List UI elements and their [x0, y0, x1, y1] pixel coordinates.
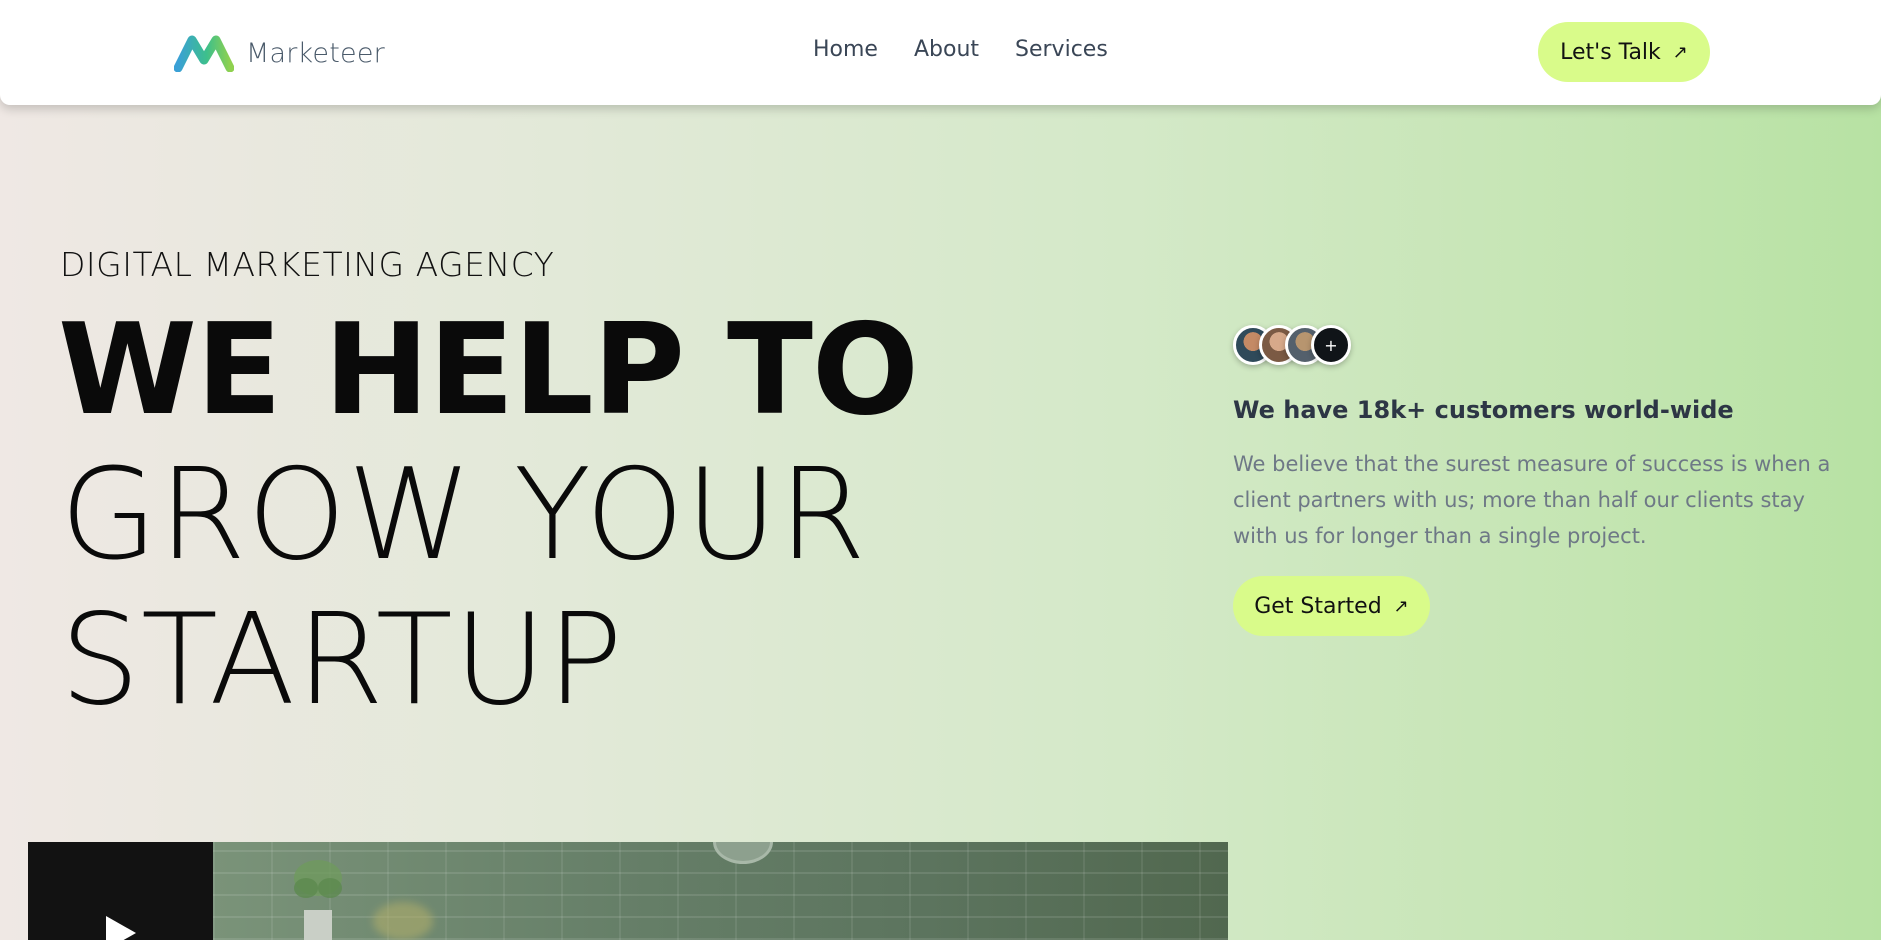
brand-logo[interactable]: Marketeer: [174, 34, 385, 72]
get-started-button[interactable]: Get Started ↗: [1233, 576, 1430, 636]
more-customers-icon[interactable]: +: [1311, 325, 1351, 365]
nav-link-about[interactable]: About: [914, 37, 979, 62]
hero-headline-line2: GROW YOUR: [60, 441, 868, 588]
arrow-up-right-icon: ↗: [1393, 595, 1409, 617]
plant-image: [294, 860, 342, 940]
hero-headline-line1: WE HELP TO: [58, 296, 919, 443]
main-nav: Home About Services: [813, 37, 1108, 62]
arrow-up-right-icon: ↗: [1672, 41, 1688, 63]
get-started-label: Get Started: [1254, 593, 1382, 619]
nav-link-home[interactable]: Home: [813, 37, 878, 62]
lets-talk-label: Let's Talk: [1560, 39, 1661, 65]
video-preview[interactable]: [28, 842, 1228, 940]
hero-eyebrow: DIGITAL MARKETING AGENCY: [60, 245, 555, 284]
play-icon: [106, 916, 136, 940]
customer-avatars: +: [1233, 325, 1351, 365]
hero-description: We believe that the surest measure of su…: [1233, 452, 1831, 548]
hero-headline-line3: STARTUP: [60, 586, 624, 733]
customers-title: We have 18k+ customers world-wide: [1233, 396, 1734, 424]
nav-link-services[interactable]: Services: [1015, 37, 1108, 62]
play-button[interactable]: [28, 842, 213, 940]
top-navbar: Marketeer Home About Services Let's Talk…: [0, 0, 1881, 105]
wall-clock-image: [713, 842, 773, 864]
logo-icon: [174, 35, 234, 72]
background-blur: [373, 902, 433, 940]
brand-name: Marketeer: [246, 37, 385, 69]
lets-talk-button[interactable]: Let's Talk ↗: [1538, 22, 1710, 82]
video-thumbnail: [213, 842, 1228, 940]
